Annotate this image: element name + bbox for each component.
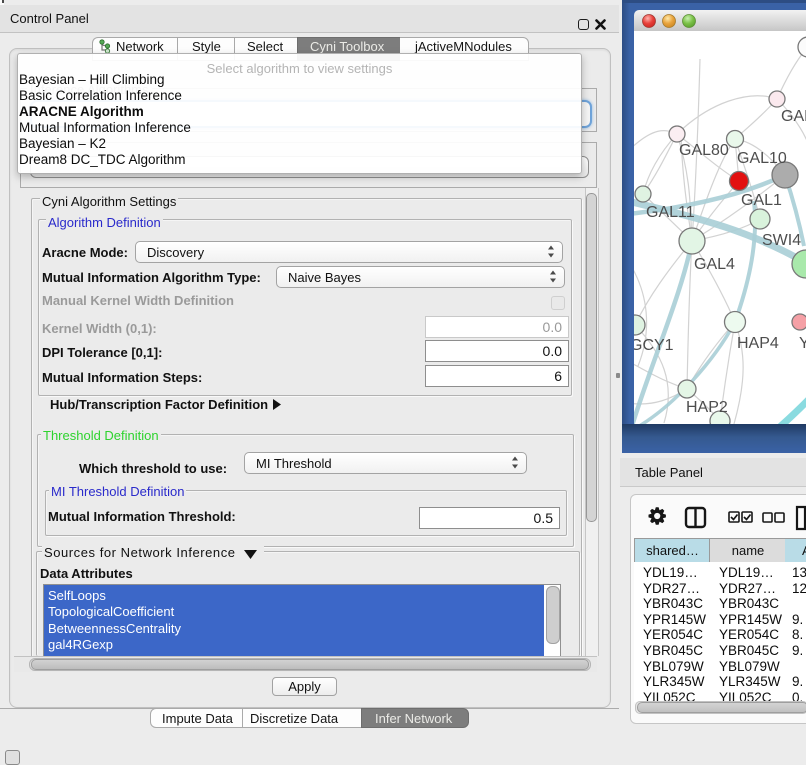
svg-text:GAL10: GAL10 (737, 150, 787, 167)
svg-text:GCY1: GCY1 (634, 337, 674, 354)
svg-text:Y: Y (799, 335, 806, 352)
svg-text:GAL80: GAL80 (679, 142, 729, 159)
svg-text:GAL1: GAL1 (741, 192, 782, 209)
svg-text:GAL11: GAL11 (646, 204, 695, 221)
svg-text:GAL7: GAL7 (781, 108, 806, 125)
svg-text:SWI4: SWI4 (762, 232, 801, 249)
svg-text:HAP4: HAP4 (737, 335, 779, 352)
svg-text:GAL4: GAL4 (694, 256, 735, 273)
svg-text:HAP2: HAP2 (686, 399, 728, 416)
